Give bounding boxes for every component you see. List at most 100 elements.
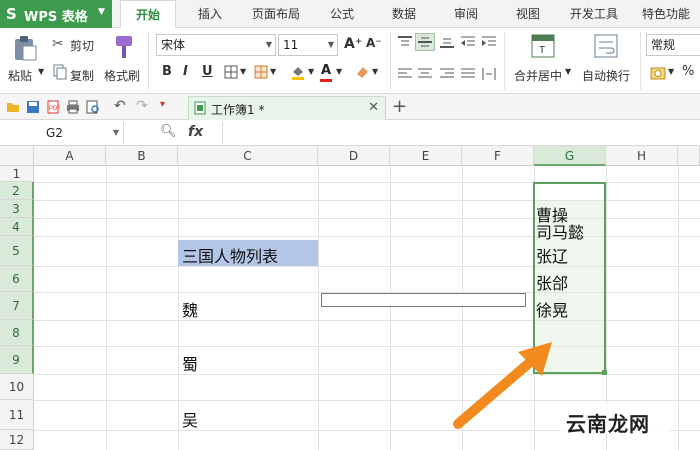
row-header-6[interactable]: 6 — [0, 266, 34, 292]
name-box[interactable]: G2 ▼ — [0, 122, 124, 144]
align-center-icon[interactable] — [418, 68, 432, 80]
column-header-g[interactable]: G — [534, 146, 606, 166]
column-header-h[interactable]: H — [606, 146, 678, 166]
borders-icon[interactable] — [224, 65, 238, 79]
justify-icon[interactable] — [461, 68, 475, 80]
tab-page-layout[interactable]: 页面布局 — [246, 0, 306, 28]
cell-style-icon[interactable] — [254, 65, 268, 79]
tab-special-features[interactable]: 特色功能 — [636, 0, 696, 28]
row-header-10[interactable]: 10 — [0, 374, 34, 400]
fill-color-dropdown-icon[interactable]: ▼ — [308, 67, 314, 76]
row-header-4[interactable]: 4 — [0, 218, 34, 236]
select-all-corner[interactable] — [0, 146, 34, 166]
format-painter-button[interactable]: 格式刷 — [104, 67, 140, 84]
redo-icon[interactable]: ↷ — [136, 98, 148, 114]
print-icon[interactable] — [66, 100, 80, 114]
fill-color-icon[interactable] — [290, 64, 306, 80]
font-name-select[interactable]: 宋体 ▼ — [156, 34, 276, 56]
distributed-align-icon[interactable] — [482, 68, 496, 80]
cell-c5[interactable]: 三国人物列表 — [182, 243, 278, 267]
copy-button[interactable]: 复制 — [70, 67, 94, 84]
column-header-e[interactable]: E — [390, 146, 462, 166]
paste-button[interactable]: 粘贴 — [8, 67, 32, 84]
merge-center-button[interactable]: 合并居中 — [514, 67, 562, 84]
formula-input[interactable] — [222, 122, 700, 144]
cell-g4[interactable]: 司马懿 — [536, 219, 584, 243]
column-header-b[interactable]: B — [106, 146, 178, 166]
insert-function-button[interactable]: fx — [188, 124, 203, 140]
column-header-c[interactable]: C — [178, 146, 318, 166]
row-header-3[interactable]: 3 — [0, 200, 34, 218]
row-header-11[interactable]: 11 — [0, 400, 34, 430]
column-header-f[interactable]: F — [462, 146, 534, 166]
decrease-indent-icon[interactable] — [461, 36, 475, 48]
align-bottom-icon[interactable] — [440, 36, 454, 48]
row-header-5[interactable]: 5 — [0, 236, 34, 266]
new-tab-button[interactable]: + — [392, 96, 407, 117]
fill-handle[interactable] — [602, 370, 607, 375]
underline-button[interactable]: U — [202, 64, 213, 79]
bold-button[interactable]: B — [162, 64, 172, 79]
merge-center-dropdown-icon[interactable]: ▼ — [565, 67, 571, 76]
print-preview-icon[interactable] — [86, 100, 100, 114]
copy-icon[interactable] — [53, 64, 67, 80]
zoom-search-icon[interactable]: 🔍︎ — [160, 124, 177, 139]
cell-edit-box[interactable] — [321, 293, 526, 307]
row-header-12[interactable]: 12 — [0, 430, 34, 450]
cut-button[interactable]: 剪切 — [70, 37, 94, 54]
paste-icon[interactable] — [12, 34, 38, 62]
column-header-d[interactable]: D — [318, 146, 390, 166]
tab-developer[interactable]: 开发工具 — [564, 0, 624, 28]
tab-data[interactable]: 数据 — [384, 0, 424, 28]
wrap-text-button[interactable]: 自动换行 — [582, 67, 630, 84]
undo-icon[interactable]: ↶ — [114, 98, 126, 114]
align-left-icon[interactable] — [398, 68, 412, 80]
tab-view[interactable]: 视图 — [508, 0, 548, 28]
font-size-select[interactable]: 11 ▼ — [278, 34, 338, 56]
paste-dropdown-icon[interactable]: ▼ — [38, 67, 44, 76]
cell-g7[interactable]: 徐晃 — [536, 297, 568, 321]
italic-button[interactable]: I — [183, 64, 188, 79]
currency-format-icon[interactable] — [650, 65, 666, 81]
document-tab[interactable]: 工作簿1 * ✕ — [188, 96, 386, 120]
align-right-icon[interactable] — [440, 68, 454, 80]
cell-c9[interactable]: 蜀 — [182, 351, 198, 375]
merge-center-icon[interactable]: T — [531, 34, 555, 58]
scissors-icon[interactable]: ✂ — [52, 36, 64, 52]
tab-formulas[interactable]: 公式 — [322, 0, 362, 28]
grow-font-button[interactable]: A⁺ — [344, 36, 362, 52]
wps-app-menu-button[interactable]: S WPS 表格 ▼ — [0, 0, 112, 28]
column-header-a[interactable]: A — [34, 146, 106, 166]
row-header-7[interactable]: 7 — [0, 292, 34, 320]
tab-review[interactable]: 审阅 — [446, 0, 486, 28]
save-icon[interactable] — [26, 100, 40, 114]
cell-g5[interactable]: 张辽 — [536, 243, 568, 267]
currency-format-dropdown-icon[interactable]: ▼ — [668, 67, 674, 76]
align-top-icon[interactable] — [398, 36, 412, 48]
active-cell-g2[interactable] — [535, 184, 604, 200]
spreadsheet-grid[interactable]: A B C D E F G H 1 2 3 4 5 6 7 8 9 10 11 … — [0, 146, 700, 450]
shrink-font-button[interactable]: A⁻ — [366, 36, 382, 50]
number-format-select[interactable]: 常规 — [646, 34, 700, 56]
wrap-text-icon[interactable] — [594, 34, 618, 58]
tab-home[interactable]: 开始 — [120, 0, 176, 28]
cell-g6[interactable]: 张郃 — [536, 270, 568, 294]
cell-c7[interactable]: 魏 — [182, 297, 198, 321]
customize-toolbar-icon[interactable]: ▾ — [160, 99, 165, 110]
font-color-dropdown-icon[interactable]: ▼ — [336, 67, 342, 76]
clear-format-dropdown-icon[interactable]: ▼ — [372, 67, 378, 76]
clear-format-icon[interactable] — [354, 64, 370, 80]
row-header-8[interactable]: 8 — [0, 320, 34, 346]
percent-format-button[interactable]: % — [682, 64, 694, 79]
tab-insert[interactable]: 插入 — [190, 0, 230, 28]
format-painter-icon[interactable] — [110, 34, 134, 60]
cell-style-dropdown-icon[interactable]: ▼ — [270, 67, 276, 76]
close-icon[interactable]: ✕ — [368, 100, 379, 115]
export-pdf-icon[interactable]: PDF — [46, 100, 60, 114]
font-color-button[interactable]: A — [321, 63, 331, 78]
increase-indent-icon[interactable] — [482, 36, 496, 48]
cell-c11[interactable]: 吴 — [182, 407, 198, 431]
row-header-9[interactable]: 9 — [0, 346, 34, 374]
open-folder-icon[interactable] — [6, 100, 20, 114]
row-header-2[interactable]: 2 — [0, 182, 34, 200]
